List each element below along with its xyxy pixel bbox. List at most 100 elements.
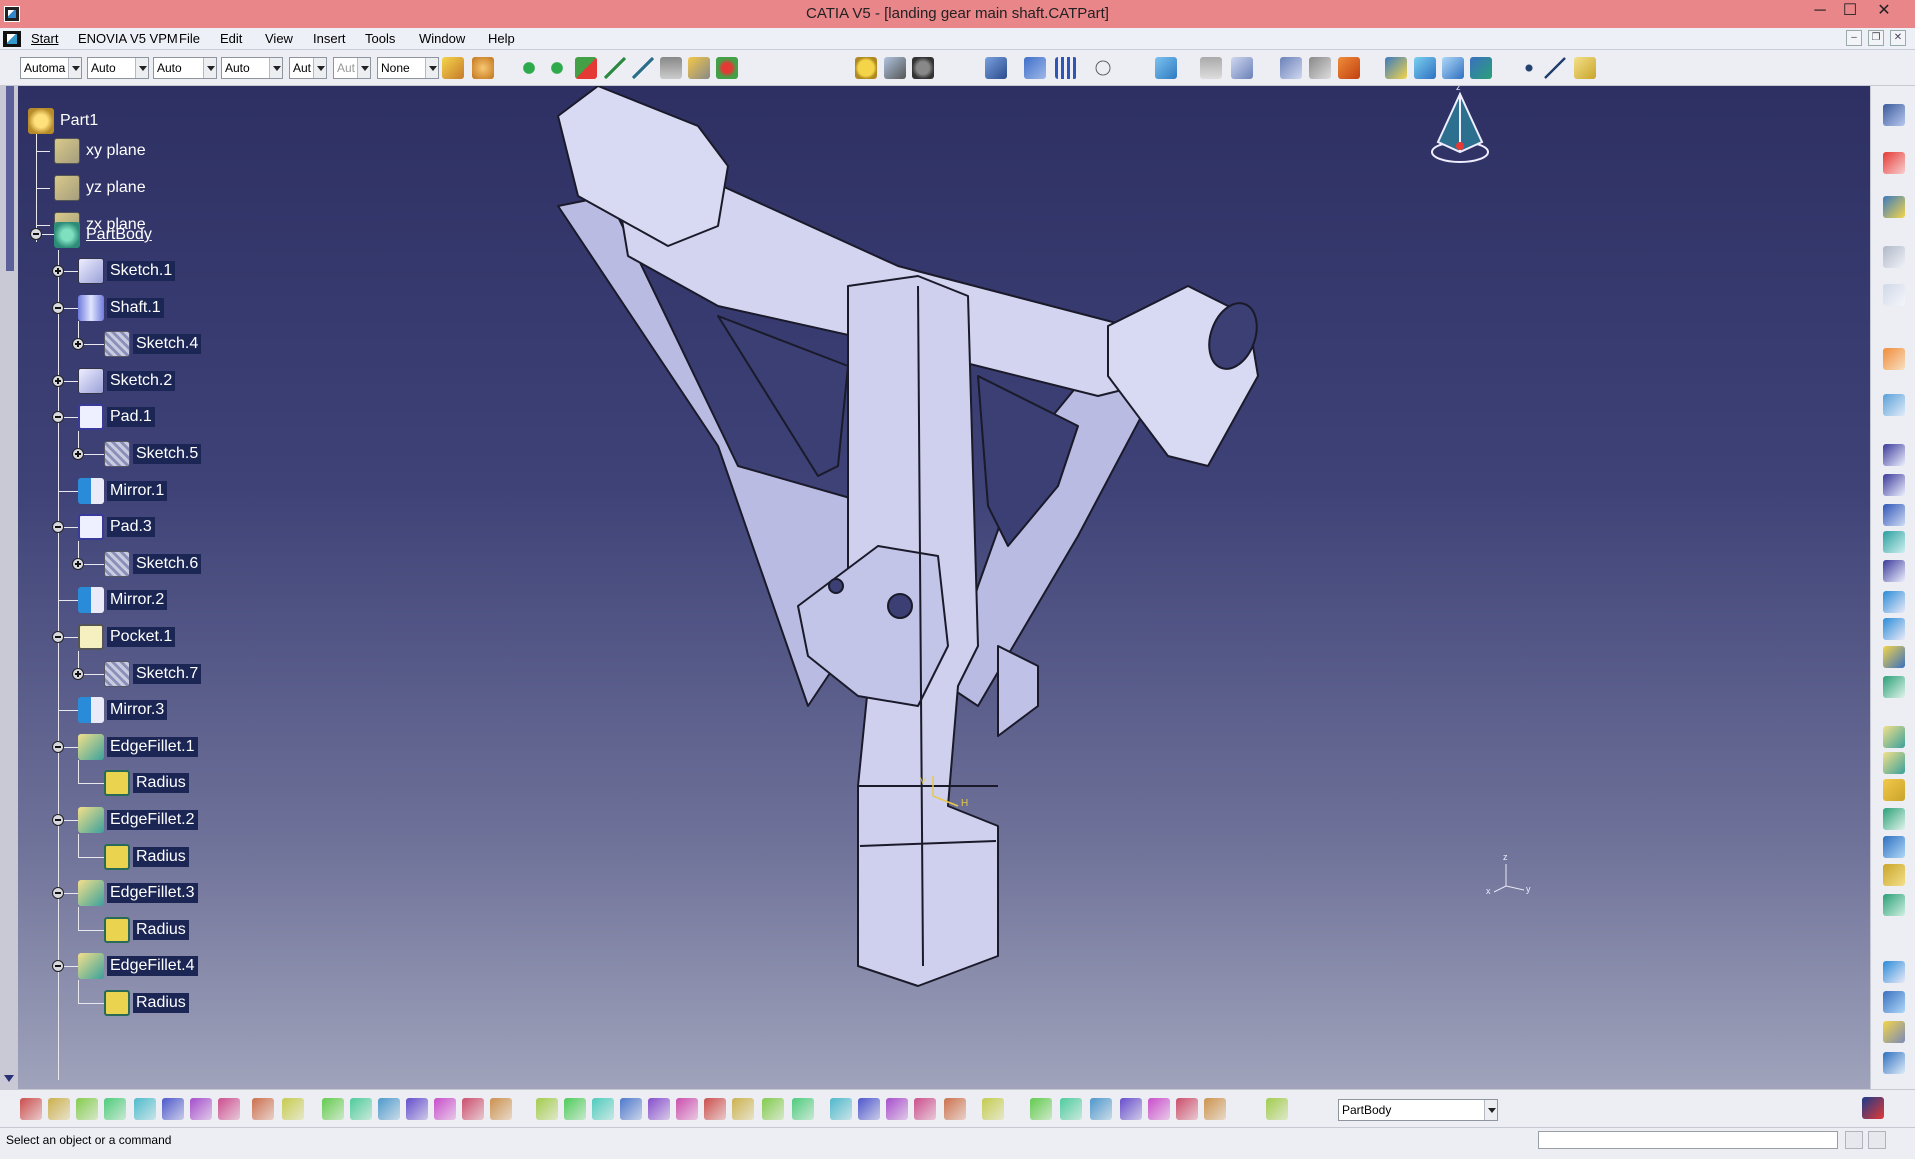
line-thickness-combo[interactable]: Auto [153, 57, 217, 79]
groove-tool-icon[interactable] [1883, 531, 1905, 553]
redo-icon[interactable] [252, 1098, 274, 1120]
parameters-icon[interactable] [490, 1098, 512, 1120]
analysis-icon[interactable] [1883, 196, 1905, 218]
pocket-tool-icon[interactable] [1883, 474, 1905, 496]
tree-scrollbar[interactable] [0, 86, 18, 1089]
brush-icon[interactable] [472, 57, 494, 79]
measure-tool-icon[interactable] [1883, 1052, 1905, 1074]
move-icon[interactable] [518, 57, 540, 79]
layer-combo[interactable]: None [377, 57, 439, 79]
menu-view[interactable]: View [265, 31, 293, 46]
menu-insert[interactable]: Insert [313, 31, 346, 46]
doc-close-button[interactable]: ✕ [1890, 30, 1906, 46]
tree-node-3[interactable]: Sketch.2 [78, 368, 176, 394]
start-menu-icon[interactable] [3, 31, 21, 47]
translate-tool-icon[interactable] [1883, 894, 1905, 916]
landing-gear-shaft-model[interactable] [18, 86, 1870, 1089]
axis-icon[interactable] [1090, 1098, 1112, 1120]
sketcher-icon[interactable] [1883, 394, 1905, 416]
body-icon[interactable] [1266, 1098, 1288, 1120]
align-icon[interactable] [688, 57, 710, 79]
globe-icon[interactable] [912, 57, 934, 79]
graph-icon[interactable] [1204, 1098, 1226, 1120]
measure-item-icon[interactable] [914, 1098, 936, 1120]
expand-icon[interactable] [52, 265, 64, 277]
snap-icon[interactable] [575, 57, 597, 79]
spell-icon[interactable] [1280, 57, 1302, 79]
tree-node-7[interactable]: Pad.3 [78, 514, 155, 540]
expand-icon[interactable] [52, 375, 64, 387]
color-combo[interactable]: Automa [20, 57, 82, 79]
stiffener-tool-icon[interactable] [1883, 646, 1905, 668]
thread-tool-icon[interactable] [1883, 864, 1905, 886]
layer-type-combo[interactable]: Aut [333, 57, 371, 79]
normal-view-icon[interactable] [704, 1098, 726, 1120]
reorder-icon[interactable] [1148, 1098, 1170, 1120]
measure-icon[interactable] [632, 57, 654, 79]
scrollbar-thumb[interactable] [6, 86, 14, 271]
open-icon[interactable] [48, 1098, 70, 1120]
paste-icon[interactable] [190, 1098, 212, 1120]
tree-node-plane-1[interactable]: yz plane [54, 175, 149, 201]
pan-icon[interactable] [592, 1098, 614, 1120]
collapse-icon[interactable] [52, 631, 64, 643]
pcs-icon[interactable] [1883, 152, 1905, 174]
book-icon[interactable] [1470, 57, 1492, 79]
no-snap-icon[interactable] [716, 57, 738, 79]
status-button-2[interactable] [1868, 1131, 1886, 1149]
line-icon[interactable] [604, 57, 626, 79]
fillet-tool-icon[interactable] [1883, 726, 1905, 748]
tree-node-19[interactable]: EdgeFillet.4 [78, 953, 198, 979]
3d-viewport[interactable]: V H Part1 xy plane yz plane zx plane PartBod… [18, 86, 1870, 1089]
tree-node-14[interactable]: Radius [104, 770, 189, 796]
collapse-icon[interactable] [52, 411, 64, 423]
loft-tool-icon[interactable] [1883, 676, 1905, 698]
doc-restore-button[interactable]: ❐ [1868, 30, 1884, 46]
formula-icon[interactable] [322, 1098, 344, 1120]
tree-node-partbody[interactable]: PartBody [54, 222, 155, 248]
fly-icon[interactable] [536, 1098, 558, 1120]
document-icon[interactable] [1231, 57, 1253, 79]
menu-start[interactable]: Start [31, 31, 58, 46]
cursor-icon[interactable] [1060, 1098, 1082, 1120]
undo-icon[interactable] [218, 1098, 240, 1120]
product-icon[interactable] [1385, 57, 1407, 79]
painter-icon[interactable] [442, 57, 464, 79]
surface-icon[interactable] [1414, 57, 1436, 79]
line-type-combo[interactable]: Auto [221, 57, 283, 79]
zoom-in-icon[interactable] [648, 1098, 670, 1120]
doc-minimize-button[interactable]: – [1846, 30, 1862, 46]
thickness-tool-icon[interactable] [1883, 836, 1905, 858]
tree-node-6[interactable]: Mirror.1 [78, 478, 168, 504]
new-icon[interactable] [20, 1098, 42, 1120]
text-icon[interactable] [1338, 57, 1360, 79]
tree-node-15[interactable]: EdgeFillet.2 [78, 807, 198, 833]
tree-node-10[interactable]: Pocket.1 [78, 624, 176, 650]
tree-node-1[interactable]: Shaft.1 [78, 295, 164, 321]
expand-icon[interactable] [72, 448, 84, 460]
select-icon[interactable] [1883, 348, 1905, 370]
grid-icon[interactable] [1055, 57, 1077, 79]
update-icon[interactable] [1030, 1098, 1052, 1120]
point-icon[interactable] [1518, 57, 1540, 79]
pad-tool-icon[interactable] [1883, 444, 1905, 466]
plane-icon[interactable] [1574, 57, 1596, 79]
save-icon[interactable] [76, 1098, 98, 1120]
table-icon[interactable] [406, 1098, 428, 1120]
line-tool-icon[interactable] [1544, 57, 1566, 79]
options-icon[interactable] [1883, 104, 1905, 126]
zoom-out-icon[interactable] [676, 1098, 698, 1120]
collapse-icon[interactable] [52, 887, 64, 899]
print-icon[interactable] [104, 1098, 126, 1120]
mirror-tool-icon[interactable] [1883, 961, 1905, 983]
tree-node-12[interactable]: Mirror.3 [78, 697, 168, 723]
swap-icon[interactable] [858, 1098, 880, 1120]
view-tool-icon[interactable] [1200, 57, 1222, 79]
draft-tool-icon[interactable] [1883, 779, 1905, 801]
sketch-tool-icon[interactable] [1883, 284, 1905, 306]
tree-node-17[interactable]: EdgeFillet.3 [78, 880, 198, 906]
distribute-icon[interactable] [660, 57, 682, 79]
tree-node-5[interactable]: Sketch.5 [104, 441, 202, 467]
collapse-icon[interactable] [52, 302, 64, 314]
scale-icon[interactable] [1120, 1098, 1142, 1120]
